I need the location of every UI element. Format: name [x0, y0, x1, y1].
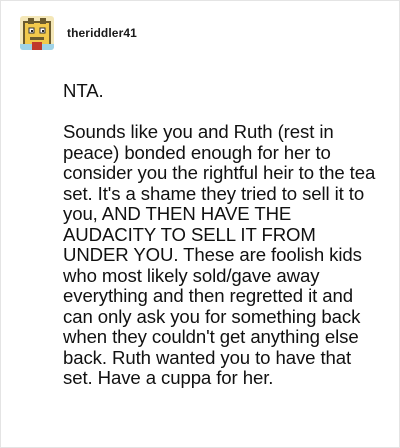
username-link[interactable]: theriddler41: [67, 26, 137, 40]
avatar-icon: [20, 16, 54, 50]
post-header: theriddler41: [20, 15, 137, 51]
post-text: Sounds like you and Ruth (rest in peace)…: [63, 121, 376, 388]
avatar[interactable]: [20, 16, 54, 50]
post-body: NTA. Sounds like you and Ruth (rest in p…: [63, 80, 381, 389]
post-card: theriddler41 NTA. Sounds like you and Ru…: [0, 0, 400, 448]
post-verdict: NTA.: [63, 80, 104, 101]
